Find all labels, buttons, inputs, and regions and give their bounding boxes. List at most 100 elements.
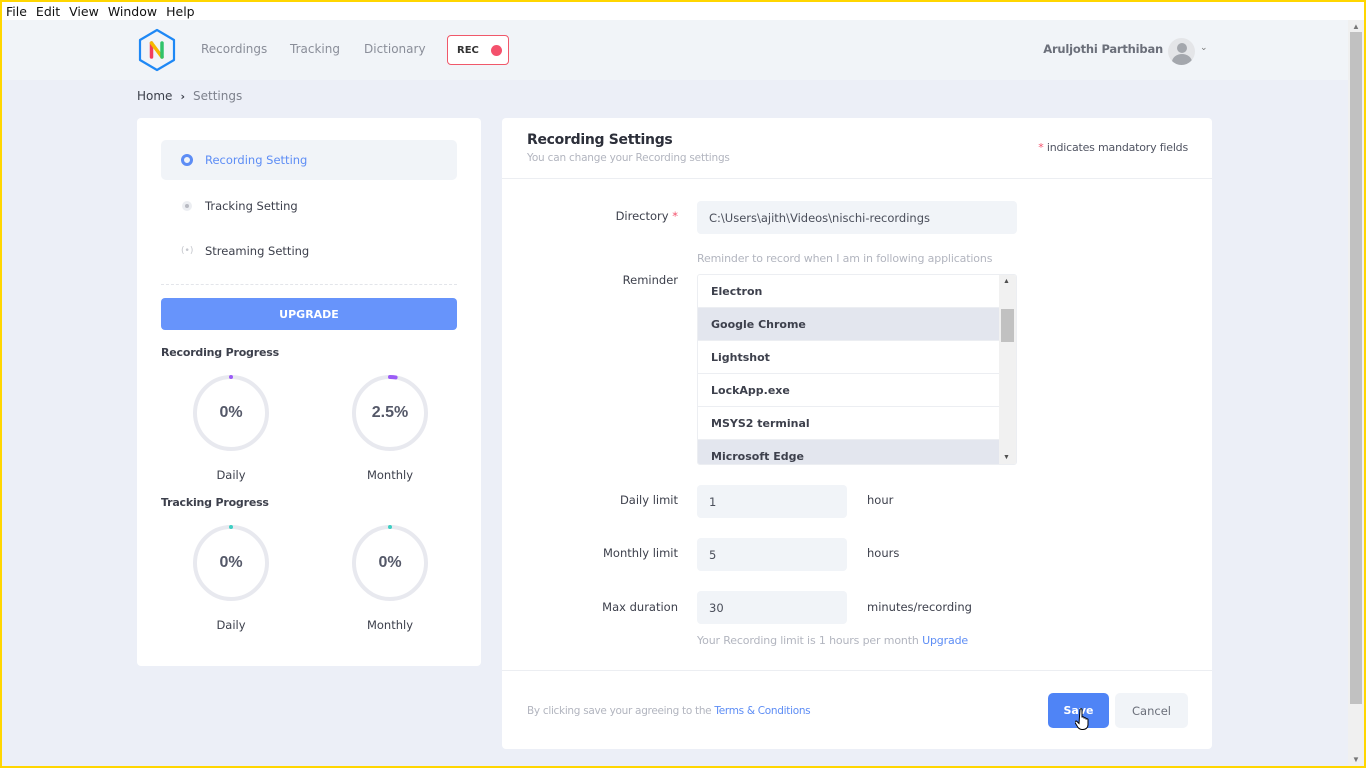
scroll-up-arrow-icon[interactable]: ▲ — [1352, 22, 1360, 31]
app-name: MSYS2 terminal — [711, 416, 810, 430]
gauge-value: 0% — [219, 554, 243, 571]
nav-dictionary[interactable]: Dictionary — [364, 42, 426, 56]
tracking-daily-gauge: 0% — [191, 523, 271, 603]
gauge-value: 2.5% — [371, 404, 409, 421]
recording-progress-title: Recording Progress — [161, 346, 279, 359]
directory-label-text: Directory — [615, 209, 669, 223]
recording-settings-panel: Recording Settings You can change your R… — [502, 118, 1212, 749]
list-item[interactable]: Lightshot — [698, 341, 1000, 374]
nav-tracking[interactable]: Tracking — [290, 42, 340, 56]
scroll-down-arrow-icon[interactable]: ▼ — [1003, 454, 1010, 461]
sidebar-item-streaming-setting[interactable]: (•) Streaming Setting — [161, 231, 457, 271]
record-ring-icon — [181, 154, 193, 166]
required-star: * — [672, 209, 678, 223]
reminder-hint: Reminder to record when I am in followin… — [697, 252, 993, 265]
monthly-limit-label: Monthly limit — [603, 546, 678, 560]
scrollbar-thumb[interactable] — [1001, 309, 1014, 342]
gauge-label: Monthly — [366, 468, 414, 482]
avatar-body — [1172, 54, 1192, 65]
monthly-limit-input[interactable] — [697, 538, 847, 571]
divider — [502, 178, 1212, 179]
gauge-value: 0% — [378, 554, 402, 571]
max-duration-input[interactable] — [697, 591, 847, 624]
chevron-down-icon[interactable]: ⌄ — [1200, 42, 1208, 53]
upgrade-button[interactable]: UPGRADE — [161, 298, 457, 330]
settings-sidebar: Recording Setting Tracking Setting (•) S… — [137, 118, 481, 666]
avatar[interactable] — [1168, 38, 1195, 65]
gear-icon — [181, 200, 193, 212]
daily-limit-label: Daily limit — [619, 493, 678, 507]
menu-window[interactable]: Window — [104, 4, 162, 19]
directory-label: Directory * — [502, 209, 678, 223]
sidebar-item-recording-setting[interactable]: Recording Setting — [161, 140, 457, 180]
panel-title: Recording Settings — [527, 132, 673, 148]
daily-limit-input[interactable] — [697, 485, 847, 518]
app-name: Lightshot — [711, 350, 770, 364]
limit-note: Your Recording limit is 1 hours per mont… — [697, 634, 968, 647]
sidebar-item-label: Streaming Setting — [205, 244, 310, 258]
list-item[interactable]: MSYS2 terminal — [698, 407, 1000, 440]
cancel-button[interactable]: Cancel — [1115, 693, 1188, 728]
gauge-label: Daily — [216, 618, 246, 632]
avatar-head — [1177, 43, 1187, 53]
divider — [161, 284, 457, 285]
sidebar-item-label: Tracking Setting — [205, 199, 298, 213]
scrollbar-thumb[interactable] — [1350, 32, 1362, 704]
recording-monthly-gauge: 2.5% — [350, 373, 430, 453]
nav-recordings[interactable]: Recordings — [201, 42, 267, 56]
terms-text: By clicking save your agreeing to the — [527, 705, 715, 717]
tracking-progress-title: Tracking Progress — [161, 496, 269, 509]
app-name: Google Chrome — [711, 317, 806, 331]
app-name: Electron — [711, 284, 763, 298]
menu-view[interactable]: View — [65, 4, 104, 19]
menu-help[interactable]: Help — [162, 4, 200, 19]
scroll-down-arrow-icon[interactable]: ▼ — [1352, 755, 1360, 764]
broadcast-icon: (•) — [181, 246, 194, 256]
app-name: Microsoft Edge — [711, 449, 804, 463]
menu-file[interactable]: File — [2, 4, 32, 19]
divider — [502, 670, 1212, 671]
limit-note-text: Your Recording limit is 1 hours per mont… — [697, 634, 923, 647]
chevron-right-icon: › — [180, 89, 185, 103]
max-duration-unit: minutes/recording — [867, 600, 972, 614]
breadcrumb: Home › Settings — [137, 89, 242, 103]
recording-daily-gauge: 0% — [191, 373, 271, 453]
record-label: REC — [457, 44, 479, 56]
list-item[interactable]: Microsoft Edge — [698, 440, 1000, 464]
directory-input[interactable] — [697, 201, 1017, 234]
app-logo-icon[interactable] — [135, 28, 179, 72]
app-name: LockApp.exe — [711, 383, 790, 397]
list-item[interactable]: Electron — [698, 275, 1000, 308]
user-name[interactable]: Aruljothi Parthiban — [1043, 42, 1163, 56]
gauge-value: 0% — [219, 404, 243, 421]
mandatory-text: indicates mandatory fields — [1043, 141, 1188, 154]
terms-note: By clicking save your agreeing to the Te… — [527, 705, 811, 717]
mandatory-note: * indicates mandatory fields — [1038, 141, 1188, 154]
menu-edit[interactable]: Edit — [32, 4, 65, 19]
tracking-monthly-gauge: 0% — [350, 523, 430, 603]
save-button[interactable]: Save — [1048, 693, 1109, 728]
gauge-label: Daily — [216, 468, 246, 482]
list-item[interactable]: Google Chrome — [698, 308, 1000, 341]
record-dot-icon — [490, 44, 502, 56]
reminder-label: Reminder — [622, 273, 678, 287]
list-scrollbar[interactable]: ▲ ▼ — [999, 275, 1016, 464]
gauge-label: Monthly — [366, 618, 414, 632]
scroll-up-arrow-icon[interactable]: ▲ — [1003, 278, 1010, 285]
app-window: File Edit View Window Help Recordings Tr… — [2, 2, 1364, 766]
upgrade-link[interactable]: Upgrade — [922, 634, 968, 647]
sidebar-item-label: Recording Setting — [205, 153, 308, 167]
menu-bar: File Edit View Window Help — [2, 2, 1364, 20]
list-item[interactable]: LockApp.exe — [698, 374, 1000, 407]
monthly-limit-unit: hours — [867, 546, 900, 560]
panel-subtitle: You can change your Recording settings — [527, 152, 730, 164]
reminder-app-list[interactable]: Electron Google Chrome Lightshot LockApp… — [697, 274, 1017, 465]
breadcrumb-home[interactable]: Home — [137, 89, 172, 103]
sidebar-item-tracking-setting[interactable]: Tracking Setting — [161, 186, 457, 226]
max-duration-label: Max duration — [602, 600, 678, 614]
record-button[interactable]: REC — [447, 35, 509, 65]
app-header: Recordings Tracking Dictionary REC Arulj… — [2, 20, 1348, 80]
daily-limit-unit: hour — [867, 493, 894, 507]
terms-link[interactable]: Terms & Conditions — [714, 705, 810, 717]
window-scrollbar[interactable]: ▲ ▼ — [1348, 20, 1364, 766]
